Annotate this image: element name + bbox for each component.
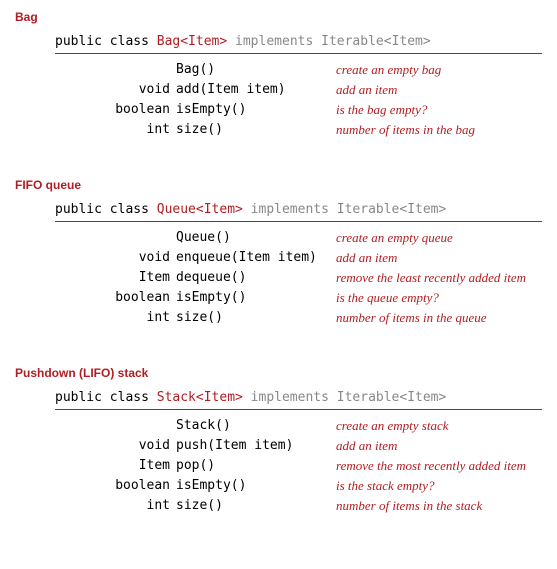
method-signature: size() <box>176 120 336 140</box>
method-description: is the stack empty? <box>336 476 526 496</box>
section-title: Pushdown (LIFO) stack <box>15 366 542 380</box>
return-type: boolean <box>55 288 176 308</box>
method-signature: pop() <box>176 456 336 476</box>
method-table: Stack()create an empty stackvoidpush(Ite… <box>55 416 526 516</box>
api-listing: Bag public class Bag<Item> implements Ite… <box>15 10 542 516</box>
class-name: Bag<Item> <box>157 34 227 49</box>
table-row: intsize()number of items in the stack <box>55 496 526 516</box>
return-type: int <box>55 120 176 140</box>
class-prefix: public class <box>55 390 157 405</box>
api-section: Bag public class Bag<Item> implements Ite… <box>15 10 542 140</box>
table-row: voidadd(Item item)add an item <box>55 80 475 100</box>
return-type: Item <box>55 456 176 476</box>
method-description: remove the most recently added item <box>336 456 526 476</box>
method-signature: isEmpty() <box>176 288 336 308</box>
class-prefix: public class <box>55 202 157 217</box>
table-row: booleanisEmpty()is the stack empty? <box>55 476 526 496</box>
section-title: Bag <box>15 10 542 24</box>
class-implements: implements Iterable<Item> <box>227 34 431 49</box>
method-signature: size() <box>176 496 336 516</box>
section-title: FIFO queue <box>15 178 542 192</box>
table-row: Bag()create an empty bag <box>55 60 475 80</box>
method-signature: Bag() <box>176 60 336 80</box>
return-type: int <box>55 308 176 328</box>
class-declaration: public class Stack<Item> implements Iter… <box>55 390 542 410</box>
method-signature: Stack() <box>176 416 336 436</box>
method-description: add an item <box>336 80 475 100</box>
method-description: add an item <box>336 248 526 268</box>
method-table: Bag()create an empty bagvoidadd(Item ite… <box>55 60 475 140</box>
class-declaration: public class Bag<Item> implements Iterab… <box>55 34 542 54</box>
method-signature: push(Item item) <box>176 436 336 456</box>
method-signature: dequeue() <box>176 268 336 288</box>
method-description: is the bag empty? <box>336 100 475 120</box>
method-signature: size() <box>176 308 336 328</box>
return-type: boolean <box>55 476 176 496</box>
table-row: voidenqueue(Item item)add an item <box>55 248 526 268</box>
return-type: int <box>55 496 176 516</box>
table-row: intsize()number of items in the queue <box>55 308 526 328</box>
return-type: void <box>55 248 176 268</box>
table-row: Queue()create an empty queue <box>55 228 526 248</box>
return-type: void <box>55 80 176 100</box>
class-name: Queue<Item> <box>157 202 243 217</box>
table-row: Itemdequeue()remove the least recently a… <box>55 268 526 288</box>
return-type <box>55 228 176 248</box>
method-description: create an empty queue <box>336 228 526 248</box>
api-section: Pushdown (LIFO) stack public class Stack<… <box>15 366 542 516</box>
return-type <box>55 60 176 80</box>
method-signature: isEmpty() <box>176 476 336 496</box>
method-description: create an empty bag <box>336 60 475 80</box>
method-signature: add(Item item) <box>176 80 336 100</box>
table-row: intsize()number of items in the bag <box>55 120 475 140</box>
table-row: Stack()create an empty stack <box>55 416 526 436</box>
table-row: booleanisEmpty()is the queue empty? <box>55 288 526 308</box>
method-description: number of items in the stack <box>336 496 526 516</box>
method-signature: Queue() <box>176 228 336 248</box>
method-description: create an empty stack <box>336 416 526 436</box>
method-description: number of items in the bag <box>336 120 475 140</box>
method-description: is the queue empty? <box>336 288 526 308</box>
class-implements: implements Iterable<Item> <box>243 202 447 217</box>
table-row: voidpush(Item item)add an item <box>55 436 526 456</box>
method-signature: isEmpty() <box>176 100 336 120</box>
api-section: FIFO queue public class Queue<Item> imple… <box>15 178 542 328</box>
method-signature: enqueue(Item item) <box>176 248 336 268</box>
method-table: Queue()create an empty queuevoidenqueue(… <box>55 228 526 328</box>
class-name: Stack<Item> <box>157 390 243 405</box>
return-type <box>55 416 176 436</box>
return-type: boolean <box>55 100 176 120</box>
class-declaration: public class Queue<Item> implements Iter… <box>55 202 542 222</box>
method-description: remove the least recently added item <box>336 268 526 288</box>
return-type: void <box>55 436 176 456</box>
return-type: Item <box>55 268 176 288</box>
class-prefix: public class <box>55 34 157 49</box>
table-row: Itempop()remove the most recently added … <box>55 456 526 476</box>
table-row: booleanisEmpty()is the bag empty? <box>55 100 475 120</box>
method-description: number of items in the queue <box>336 308 526 328</box>
method-description: add an item <box>336 436 526 456</box>
class-implements: implements Iterable<Item> <box>243 390 447 405</box>
